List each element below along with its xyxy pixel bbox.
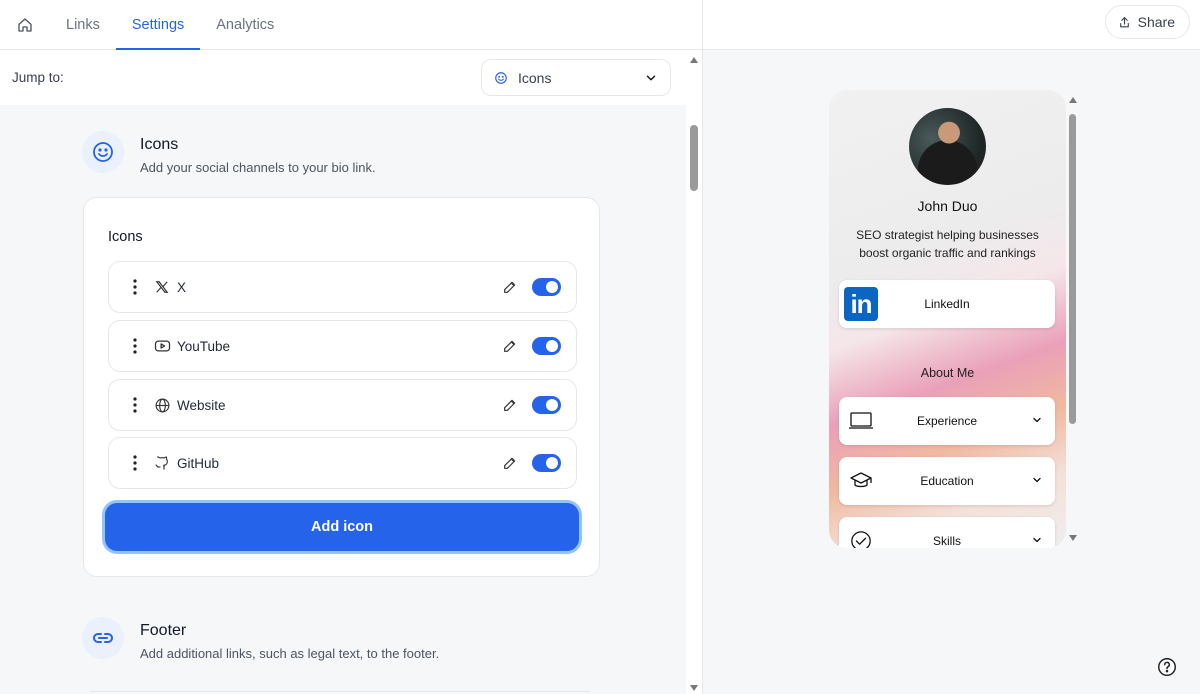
tab-analytics[interactable]: Analytics <box>200 0 290 49</box>
about-heading: About Me <box>920 366 975 380</box>
skills-label: Skills <box>932 534 961 548</box>
icons-card-title: Icons <box>108 229 143 245</box>
drag-handle-icon[interactable] <box>123 455 147 471</box>
icon-toggle[interactable] <box>532 337 561 355</box>
footer-section-description: Add additional links, such as legal text… <box>140 646 440 661</box>
icon-row-label: YouTube <box>177 338 231 354</box>
settings-panel: Jump to: Icons Icons Add your social cha… <box>0 50 686 694</box>
edit-button[interactable] <box>502 279 518 295</box>
add-icon-button[interactable]: Add icon <box>105 503 579 551</box>
preview-panel: John Duo SEO strategist helping business… <box>702 50 1200 694</box>
tab-links[interactable]: Links <box>50 0 116 49</box>
preview-header: Share <box>702 0 1200 50</box>
skills-section[interactable]: Skills <box>839 517 1055 548</box>
drag-handle-icon[interactable] <box>123 338 147 354</box>
icon-toggle[interactable] <box>532 278 561 296</box>
preview-scrollbar[interactable] <box>1066 90 1080 548</box>
icon-toggle[interactable] <box>532 396 561 414</box>
home-icon <box>18 17 32 32</box>
edit-button[interactable] <box>502 397 518 413</box>
jump-label: Jump to: <box>12 70 64 85</box>
icons-section-header: Icons Add your social channels to your b… <box>82 131 376 175</box>
icon-row-label: GitHub <box>177 455 220 471</box>
settings-scrollbar[interactable] <box>686 50 702 694</box>
icon-row-label: X <box>177 279 187 295</box>
share-icon <box>1119 16 1129 27</box>
icon-row-website: Website <box>108 379 577 431</box>
pencil-icon <box>504 340 516 352</box>
scroll-up-arrow-icon[interactable] <box>689 56 699 64</box>
github-icon <box>153 454 171 472</box>
edit-button[interactable] <box>502 338 518 354</box>
globe-icon <box>153 396 171 414</box>
chevron-down-icon <box>1033 537 1041 543</box>
youtube-icon <box>153 337 171 355</box>
footer-section-header: Footer Add additional links, such as leg… <box>82 617 440 661</box>
tab-settings[interactable]: Settings <box>115 0 201 50</box>
help-button[interactable] <box>1156 656 1178 678</box>
link-icon <box>82 617 124 659</box>
profile-bio: SEO strategist helping businesses boost … <box>856 228 1039 260</box>
experience-section[interactable]: Experience <box>839 397 1055 445</box>
drag-handle-icon[interactable] <box>123 279 147 295</box>
icon-row-youtube: YouTube <box>108 320 577 372</box>
experience-label: Experience <box>916 414 978 428</box>
phone-preview: John Duo SEO strategist helping business… <box>829 90 1066 548</box>
share-label: Share <box>1137 14 1175 30</box>
icon-toggle[interactable] <box>532 454 561 472</box>
icons-section-description: Add your social channels to your bio lin… <box>140 160 376 175</box>
top-nav: Links Settings Analytics <box>0 0 702 50</box>
jump-select[interactable]: Icons <box>481 59 671 96</box>
scroll-up-arrow-icon[interactable] <box>1068 96 1078 104</box>
x-logo-icon <box>153 278 171 296</box>
education-label: Education <box>920 474 974 488</box>
jump-bar: Jump to: Icons <box>0 50 686 105</box>
icons-section-title: Icons <box>140 136 179 153</box>
icon-row-x: X <box>108 261 577 313</box>
jump-select-value: Icons <box>518 69 552 86</box>
scrollbar-thumb[interactable] <box>690 125 698 191</box>
linkedin-label: LinkedIn <box>924 297 970 311</box>
drag-handle-icon[interactable] <box>123 397 147 413</box>
home-button[interactable] <box>0 0 50 49</box>
icon-row-label: Website <box>177 397 226 413</box>
smiley-icon <box>82 131 124 173</box>
pencil-icon <box>504 457 516 469</box>
linkedin-link[interactable]: in LinkedIn <box>839 280 1055 328</box>
share-button[interactable]: Share <box>1104 5 1190 39</box>
icon-row-github: GitHub <box>108 437 577 489</box>
avatar <box>909 108 986 185</box>
scroll-down-arrow-icon[interactable] <box>689 684 699 692</box>
profile-name: John Duo <box>917 198 978 214</box>
scrollbar-thumb[interactable] <box>1069 114 1076 424</box>
chevron-down-icon <box>1033 417 1041 423</box>
education-section[interactable]: Education <box>839 457 1055 505</box>
scroll-down-arrow-icon[interactable] <box>1068 534 1078 542</box>
edit-button[interactable] <box>502 455 518 471</box>
help-icon <box>1158 658 1176 676</box>
icons-card: Icons X YouTube Website GitHub Add icon <box>83 197 600 577</box>
chevron-down-icon <box>1033 477 1041 483</box>
pencil-icon <box>504 399 516 411</box>
footer-section-title: Footer <box>140 622 187 639</box>
smiley-icon <box>495 71 507 84</box>
pencil-icon <box>504 281 516 293</box>
chevron-down-icon <box>646 75 656 80</box>
